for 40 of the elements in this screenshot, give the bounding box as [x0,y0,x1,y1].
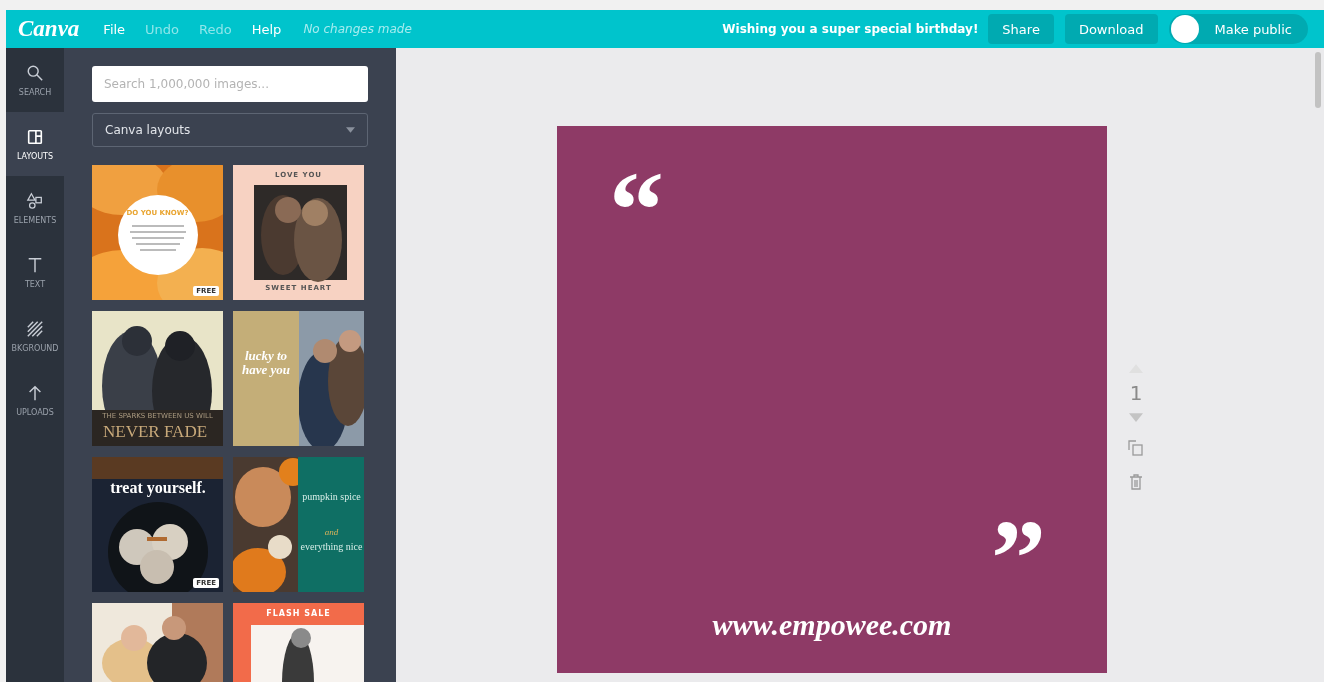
duplicate-icon[interactable] [1128,440,1144,456]
page-number: 1 [1129,383,1143,403]
rail-tab[interactable]: LAYOUTS [6,112,64,176]
menu-item[interactable]: Help [251,21,282,37]
scrollbar[interactable] [1315,52,1321,108]
menu-item[interactable]: File [103,21,126,37]
template-text: everything nice [299,541,364,552]
text-icon [26,255,44,274]
trash-icon[interactable] [1128,474,1144,490]
layout-icon [26,127,44,146]
design-title[interactable]: Wishing you a super special birthday! [722,22,979,36]
quote-mark: “ [609,170,664,230]
rail-label: UPLOADS [16,407,54,417]
save-status: No changes made [303,22,412,36]
make-public-toggle[interactable]: Make public [1168,14,1308,44]
search-field[interactable]: Search 1,000,000 images... [92,66,368,102]
template-text: and [323,527,340,537]
quote-mark: ” [991,518,1046,578]
rail-label: BKGROUND [11,343,59,353]
stripes-icon [26,319,44,338]
design-page[interactable]: “ ” www.empowee.com [557,126,1107,673]
rail-label: TEXT [24,279,46,289]
template-text: NEVER FADE [103,422,208,442]
toolbar-button[interactable]: Share [988,14,1054,44]
template-text: FLASH SALE [265,609,332,618]
logo[interactable]: Canva [18,16,80,42]
website-text: www.empowee.com [711,608,953,642]
search-icon [26,63,44,82]
page-down-icon[interactable] [1129,413,1143,422]
upload-icon [26,383,44,402]
layout-dropdown[interactable]: Canva layouts [92,113,368,147]
rail-label: ELEMENTS [13,215,57,225]
template-text: treat yourself. [109,479,207,497]
template-text: pumpkin spice [301,491,362,502]
rail-label: LAYOUTS [16,151,54,161]
toolbar-button[interactable]: Download [1064,14,1158,44]
shapes-icon [26,191,44,210]
template-text: lucky to have you [241,349,291,377]
caret-icon [346,127,355,133]
rail-label: SEARCH [18,87,52,97]
